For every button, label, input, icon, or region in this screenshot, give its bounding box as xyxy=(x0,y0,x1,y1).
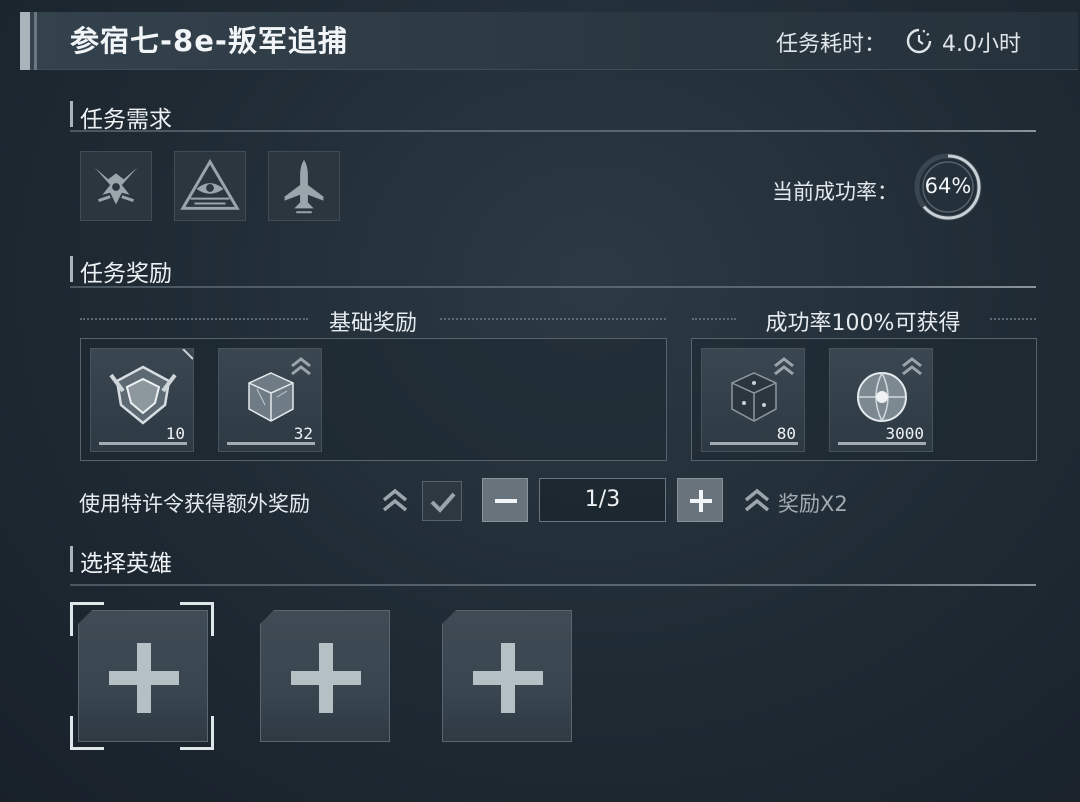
item-quantity: 80 xyxy=(776,424,796,443)
duration-value: 4.0小时 xyxy=(942,32,1021,57)
increase-button[interactable] xyxy=(677,478,723,522)
requirement-slot[interactable] xyxy=(80,151,152,221)
duration-label: 任务耗时： xyxy=(776,32,887,57)
permit-label: 使用特许令获得额外奖励 xyxy=(79,492,310,516)
upgrade-chevron-icon xyxy=(291,357,311,376)
rewards-title: 任务奖励 xyxy=(80,261,172,287)
minus-icon xyxy=(495,499,517,503)
success-rate-value: 64% xyxy=(924,174,972,198)
clock-icon xyxy=(906,28,932,54)
reward-item[interactable]: 10 xyxy=(90,348,194,452)
divider xyxy=(440,318,666,320)
corner-mark-icon xyxy=(182,349,193,360)
selection-bracket xyxy=(70,716,104,750)
header-accent-stripe-thin xyxy=(34,12,37,70)
heroes-title: 选择英雄 xyxy=(80,551,172,577)
add-icon xyxy=(473,643,543,713)
divider xyxy=(990,318,1036,320)
bonus-reward-header: 成功率100%可获得 xyxy=(765,311,961,336)
fighter-jet-icon xyxy=(284,159,324,214)
requirement-slot[interactable] xyxy=(174,151,246,221)
success-rate-label: 当前成功率： xyxy=(772,180,898,204)
eye-triangle-icon xyxy=(180,158,240,210)
reward-item[interactable]: 80 xyxy=(701,348,805,452)
header-accent-stripe xyxy=(20,12,30,70)
mission-title: 参宿七-8e-叛军追捕 xyxy=(70,24,348,58)
requirements-title: 任务需求 xyxy=(80,107,172,133)
section-marker xyxy=(70,546,73,572)
add-icon xyxy=(291,643,361,713)
requirement-slot[interactable] xyxy=(268,151,340,221)
hero-slot[interactable] xyxy=(442,610,572,742)
section-divider xyxy=(70,286,1036,288)
upgrade-chevron-icon xyxy=(902,357,922,376)
reward-item[interactable]: 32 xyxy=(218,348,322,452)
plus-icon xyxy=(690,490,712,512)
check-icon xyxy=(430,492,456,513)
basic-reward-header: 基础奖励 xyxy=(328,311,417,336)
double-chevron-icon xyxy=(744,488,770,512)
item-quantity: 10 xyxy=(165,424,185,443)
divider xyxy=(692,318,736,320)
section-divider xyxy=(70,584,1036,586)
divider xyxy=(80,318,308,320)
hero-slot[interactable] xyxy=(260,610,390,742)
double-chevron-icon xyxy=(382,488,408,512)
selection-bracket xyxy=(180,602,214,636)
rank-badge-icon xyxy=(109,365,177,425)
item-quantity: 3000 xyxy=(885,424,924,443)
selection-bracket xyxy=(70,602,104,636)
reward-item[interactable]: 3000 xyxy=(829,348,933,452)
decrease-button[interactable] xyxy=(482,478,528,522)
upgrade-chevron-icon xyxy=(774,357,794,376)
item-quantity: 32 xyxy=(293,424,313,443)
section-marker xyxy=(70,101,73,127)
insignia-icon xyxy=(94,167,138,205)
permit-count[interactable]: 1/3 xyxy=(539,478,666,522)
add-icon xyxy=(109,643,179,713)
section-divider xyxy=(70,130,1036,132)
reward-multiplier: 奖励X2 xyxy=(778,492,848,516)
selection-bracket xyxy=(180,716,214,750)
permit-checkbox[interactable] xyxy=(422,481,462,521)
section-marker xyxy=(70,256,73,282)
